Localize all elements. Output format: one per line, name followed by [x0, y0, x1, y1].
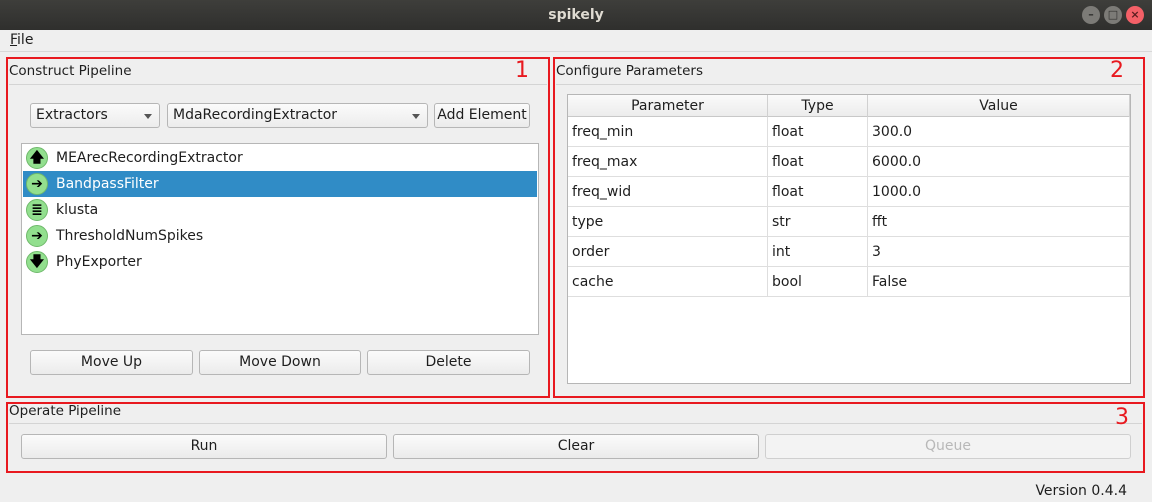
table-cell: type — [568, 207, 768, 237]
category-combo-value: Extractors — [36, 107, 108, 123]
list-item-label: klusta — [56, 202, 99, 218]
menu-file-mnemonic: F — [10, 32, 18, 48]
table-cell: float — [768, 117, 868, 147]
annotation-1: 1 — [515, 58, 529, 83]
table-cell[interactable]: 3 — [868, 237, 1130, 267]
list-item-label: MEArecRecordingExtractor — [56, 150, 243, 166]
column-header[interactable]: Value — [868, 95, 1130, 117]
list-item[interactable]: ≣ klusta — [23, 197, 537, 223]
parameters-table[interactable]: Parameter Type Value freq_min float 300.0 fre… — [567, 94, 1131, 384]
table-header: Parameter Type Value — [568, 95, 1130, 117]
menu-file-label: File — [10, 32, 34, 48]
table-row[interactable]: freq_min float 300.0 — [568, 117, 1130, 147]
move-up-button[interactable]: Move Up — [30, 350, 193, 375]
up-arrow-icon: 🡅 — [26, 147, 48, 169]
element-combo-value: MdaRecordingExtractor — [173, 107, 338, 123]
table-row[interactable]: type str fft — [568, 207, 1130, 237]
list-item[interactable]: ➔ ThresholdNumSpikes — [23, 223, 537, 249]
table-cell[interactable]: 1000.0 — [868, 177, 1130, 207]
list-item[interactable]: ➔ BandpassFilter — [23, 171, 537, 197]
chevron-down-icon — [412, 114, 420, 119]
close-icon[interactable]: × — [1126, 6, 1144, 24]
list-item-label: BandpassFilter — [56, 176, 159, 192]
curator-icon: ➔ — [26, 225, 48, 247]
table-cell: freq_min — [568, 117, 768, 147]
maximize-icon[interactable]: □ — [1104, 6, 1122, 24]
table-cell: cache — [568, 267, 768, 297]
run-button[interactable]: Run — [21, 434, 387, 459]
group-divider — [9, 84, 547, 85]
sorter-icon: ≣ — [26, 199, 48, 221]
clear-button[interactable]: Clear — [393, 434, 759, 459]
table-cell[interactable]: 6000.0 — [868, 147, 1130, 177]
version-label: Version 0.4.4 — [1035, 483, 1127, 499]
add-element-button[interactable]: Add Element — [434, 103, 530, 128]
table-cell: order — [568, 237, 768, 267]
table-cell: float — [768, 177, 868, 207]
table-cell: freq_wid — [568, 177, 768, 207]
delete-button[interactable]: Delete — [367, 350, 530, 375]
filter-icon: ➔ — [26, 173, 48, 195]
minimize-icon[interactable]: – — [1082, 6, 1100, 24]
table-row[interactable]: freq_max float 6000.0 — [568, 147, 1130, 177]
table-cell: freq_max — [568, 147, 768, 177]
column-header[interactable]: Parameter — [568, 95, 768, 117]
chevron-down-icon — [144, 114, 152, 119]
move-down-button[interactable]: Move Down — [199, 350, 361, 375]
configure-parameters-title: Configure Parameters — [556, 63, 703, 79]
list-item[interactable]: 🡅 MEArecRecordingExtractor — [23, 145, 537, 171]
table-cell[interactable]: fft — [868, 207, 1130, 237]
annotation-2: 2 — [1110, 58, 1124, 83]
table-row[interactable]: cache bool False — [568, 267, 1130, 297]
table-cell[interactable]: False — [868, 267, 1130, 297]
menu-bar: File — [0, 30, 1152, 52]
column-header[interactable]: Type — [768, 95, 868, 117]
category-combo[interactable]: Extractors — [30, 103, 160, 128]
annotation-3: 3 — [1115, 405, 1129, 430]
group-divider — [9, 423, 1142, 424]
title-bar: spikely – □ × — [0, 0, 1152, 30]
menu-file[interactable]: File — [10, 32, 33, 48]
table-cell: int — [768, 237, 868, 267]
window-title: spikely — [548, 7, 604, 23]
table-cell: float — [768, 147, 868, 177]
list-item-label: ThresholdNumSpikes — [56, 228, 204, 244]
queue-button[interactable]: Queue — [765, 434, 1131, 459]
construct-pipeline-title: Construct Pipeline — [9, 63, 132, 79]
list-item[interactable]: 🡇 PhyExporter — [23, 249, 537, 275]
table-row[interactable]: order int 3 — [568, 237, 1130, 267]
table-cell: bool — [768, 267, 868, 297]
element-combo[interactable]: MdaRecordingExtractor — [167, 103, 428, 128]
operate-pipeline-title: Operate Pipeline — [9, 403, 122, 419]
window-controls: – □ × — [1082, 6, 1144, 24]
table-row[interactable]: freq_wid float 1000.0 — [568, 177, 1130, 207]
list-item-label: PhyExporter — [56, 254, 142, 270]
group-divider — [556, 84, 1142, 85]
table-cell[interactable]: 300.0 — [868, 117, 1130, 147]
down-arrow-icon: 🡇 — [26, 251, 48, 273]
pipeline-element-list[interactable]: 🡅 MEArecRecordingExtractor ➔ BandpassFilter… — [21, 143, 539, 335]
table-cell: str — [768, 207, 868, 237]
